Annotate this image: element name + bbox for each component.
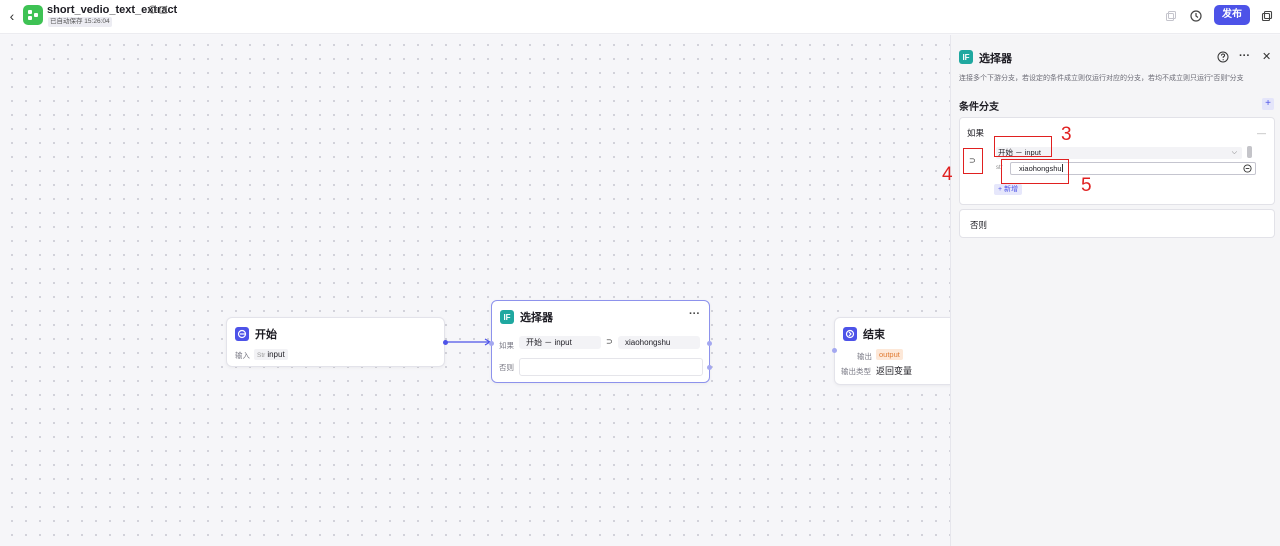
- end-output-type-label: 输出类型: [841, 367, 871, 376]
- selector-config-panel: IF 选择器 ··· ✕ 连接多个下游分支，若设定的条件成立则仅运行对应的分支，…: [942, 35, 1280, 546]
- selector-else-port[interactable]: [707, 365, 712, 370]
- start-node[interactable]: 开始 输入 Str input: [226, 317, 448, 367]
- close-icon[interactable]: ✕: [1262, 50, 1271, 63]
- selector-node-title: 选择器: [520, 312, 553, 324]
- selector-if-icon: IF: [500, 310, 514, 324]
- end-output-name: output: [879, 350, 900, 359]
- annotation-number-5: 5: [1081, 175, 1092, 196]
- annotation-number-3: 3: [1061, 124, 1072, 145]
- variable-insert-icon[interactable]: [1243, 164, 1252, 173]
- selector-if-port[interactable]: [707, 341, 712, 346]
- selector-more-button[interactable]: ···: [689, 308, 700, 320]
- copy-icon[interactable]: [1164, 9, 1178, 23]
- info-icon[interactable]: [148, 5, 157, 14]
- selector-else-box: [519, 358, 703, 376]
- end-input-port[interactable]: [832, 348, 837, 353]
- chevron-down-icon: ⌵: [1231, 149, 1237, 156]
- else-branch-label: 否则: [970, 220, 988, 230]
- end-output-label: 输出: [857, 352, 872, 361]
- end-icon: [843, 327, 857, 341]
- selector-condition-right: xiaohongshu: [618, 336, 700, 349]
- branches-section-title: 条件分支: [959, 102, 999, 113]
- autosave-status: 已自动保存 15:26:04: [48, 17, 112, 27]
- selector-else-label: 否则: [499, 363, 514, 372]
- add-branch-button[interactable]: +: [1262, 98, 1274, 110]
- workflow-title: short_vedio_text_extract: [47, 4, 178, 16]
- start-node-title: 开始: [255, 329, 277, 341]
- selector-node[interactable]: IF 选择器 ··· 如果 开始 － input ⊃ xiaohongshu 否…: [489, 300, 712, 383]
- annotation-box-3: [994, 136, 1052, 157]
- selector-node-header: IF 选择器: [500, 309, 553, 325]
- start-input-tag: Str input: [254, 349, 288, 360]
- help-icon[interactable]: [1217, 51, 1229, 63]
- panel-if-icon: IF: [959, 50, 973, 64]
- end-node-header: 结束: [843, 326, 885, 342]
- else-branch-card: 否则: [959, 209, 1275, 238]
- selector-if-label: 如果: [499, 341, 514, 350]
- end-output-tag: output: [876, 349, 903, 360]
- annotation-box-4: [963, 148, 983, 174]
- edit-icon[interactable]: [159, 5, 168, 14]
- start-input-type: Str: [257, 352, 266, 359]
- annotation-number-4: 4: [942, 164, 953, 185]
- start-input-name: input: [267, 350, 285, 359]
- start-icon: [235, 327, 249, 341]
- selector-input-port[interactable]: [489, 341, 494, 346]
- collapse-branch-button[interactable]: —: [1257, 128, 1266, 138]
- end-node-title: 结束: [863, 329, 885, 341]
- end-output-type-value: 返回变量: [876, 366, 913, 376]
- start-output-port[interactable]: [443, 340, 448, 345]
- if-branch-label: 如果: [967, 128, 985, 138]
- edge-start-to-selector: [445, 338, 492, 346]
- workflow-logo-icon: [23, 5, 43, 25]
- selector-condition-operator: ⊃: [606, 337, 613, 346]
- panel-more-button[interactable]: ···: [1239, 50, 1250, 62]
- workflow-canvas[interactable]: 开始 输入 Str input IF 选择器 ··· 如果 开始 － input …: [0, 35, 974, 546]
- duplicate-icon[interactable]: [1260, 9, 1274, 23]
- scroll-handle[interactable]: [1247, 146, 1252, 158]
- back-icon[interactable]: ‹: [5, 8, 19, 24]
- selector-condition-left: 开始 － input: [519, 336, 601, 349]
- start-node-header: 开始: [235, 326, 277, 342]
- annotation-box-5: [1001, 159, 1069, 184]
- top-bar: ‹ short_vedio_text_extract 已自动保存 15:26:0…: [0, 0, 1280, 34]
- history-icon[interactable]: [1189, 9, 1203, 23]
- panel-title: 选择器: [979, 53, 1012, 65]
- panel-description: 连接多个下游分支，若设定的条件成立则仅运行对应的分支，若均不成立则只运行“否则”…: [959, 75, 1244, 82]
- add-condition-button[interactable]: + 新增: [994, 184, 1023, 195]
- start-input-label: 输入: [235, 351, 250, 360]
- publish-button[interactable]: 发布: [1214, 5, 1250, 25]
